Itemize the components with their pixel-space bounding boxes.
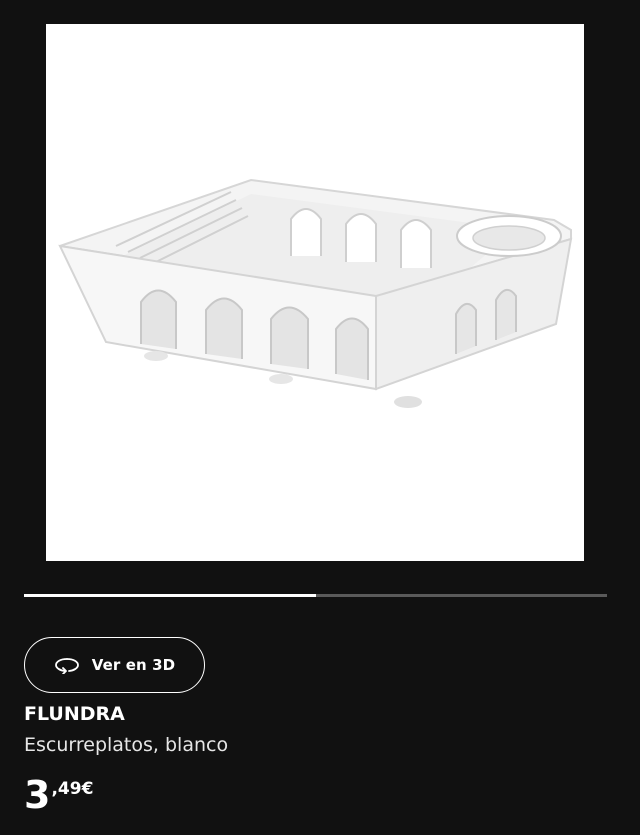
view-in-3d-label: Ver en 3D bbox=[91, 656, 176, 674]
gallery-progress-bar bbox=[24, 594, 607, 597]
dish-drainer-image bbox=[58, 178, 573, 408]
price-integer: 3 bbox=[24, 773, 51, 817]
product-image[interactable] bbox=[46, 24, 584, 561]
price-decimal: ,49€ bbox=[51, 779, 94, 799]
product-name: FLUNDRA bbox=[24, 703, 125, 725]
product-description: Escurreplatos, blanco bbox=[24, 734, 229, 756]
view-in-3d-button[interactable]: Ver en 3D bbox=[24, 637, 205, 693]
gallery-progress-fill bbox=[24, 594, 316, 597]
product-price: 3 ,49€ bbox=[24, 776, 93, 814]
rotate-3d-icon bbox=[54, 658, 79, 674]
